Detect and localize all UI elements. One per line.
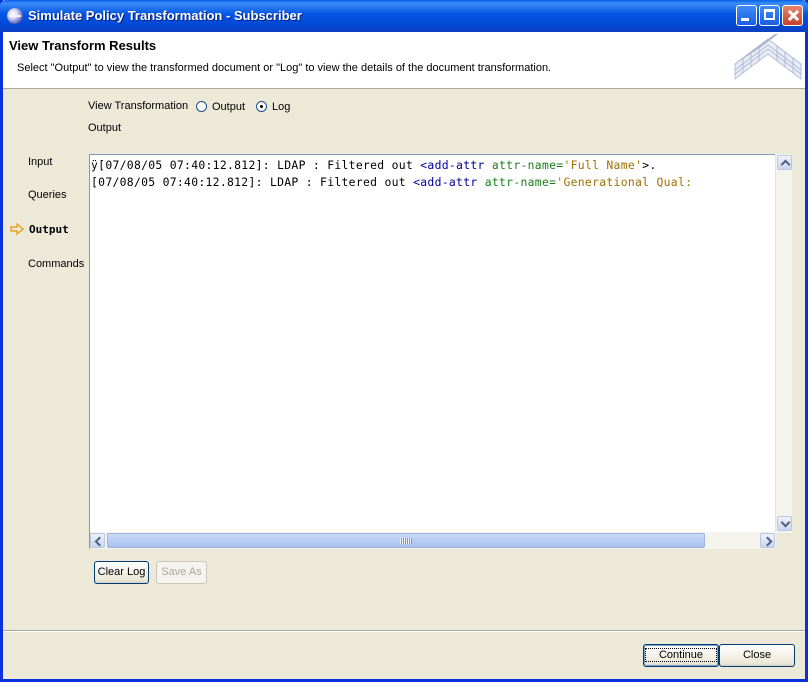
scroll-up-button[interactable] [777, 155, 792, 170]
log-text: [07/08/05 07:40:12.812]: LDAP : Filtered… [91, 175, 414, 189]
log-text-end: >. [642, 158, 657, 172]
output-section-label: Output [88, 122, 122, 134]
xml-attribute: attr-name= [477, 175, 557, 189]
continue-label: Continue [644, 648, 718, 662]
grip-icon [400, 538, 412, 544]
output-radio[interactable] [196, 101, 207, 112]
clear-log-button[interactable]: Clear Log [94, 561, 149, 584]
log-radio[interactable] [256, 101, 267, 112]
chevron-right-icon [762, 536, 773, 547]
xml-value: 'Generational Qual: [556, 175, 693, 189]
xml-value: 'Full Name' [563, 158, 643, 172]
log-line: ÿ[07/08/05 07:40:12.812]: LDAP : Filtere… [91, 158, 657, 172]
close-window-button[interactable] [782, 5, 803, 26]
xml-tag: <add-attr [420, 158, 485, 172]
wizard-header: View Transform Results Select "Output" t… [3, 32, 805, 89]
log-text-area[interactable]: ÿ[07/08/05 07:40:12.812]: LDAP : Filtere… [89, 154, 777, 549]
footer-separator [3, 630, 805, 632]
step-commands[interactable]: Commands [28, 258, 84, 270]
log-line: [07/08/05 07:40:12.812]: LDAP : Filtered… [91, 175, 692, 189]
log-radio-label[interactable]: Log [272, 101, 290, 113]
step-output[interactable]: Output [29, 223, 69, 236]
close-button[interactable]: Close [719, 644, 795, 667]
chevron-up-icon [780, 159, 791, 170]
output-radio-label[interactable]: Output [212, 101, 245, 113]
scroll-down-button[interactable] [777, 516, 792, 531]
scroll-right-button[interactable] [760, 533, 775, 548]
xml-tag: <add-attr [413, 175, 478, 189]
wireframe-graphic-icon [734, 34, 802, 80]
arrow-right-icon [10, 223, 24, 235]
save-as-button[interactable]: Save As [156, 561, 207, 584]
vertical-scrollbar[interactable] [775, 154, 792, 534]
step-input[interactable]: Input [28, 156, 52, 168]
window-title: Simulate Policy Transformation - Subscri… [28, 8, 302, 23]
scroll-left-button[interactable] [90, 533, 105, 548]
chevron-left-icon [94, 536, 105, 547]
log-text: ÿ[07/08/05 07:40:12.812]: LDAP : Filtere… [91, 158, 421, 172]
page-description: Select "Output" to view the transformed … [17, 62, 552, 74]
view-transformation-label: View Transformation [88, 100, 189, 112]
continue-button[interactable]: Continue [643, 644, 719, 667]
chevron-down-icon [780, 517, 791, 528]
minimize-button[interactable] [736, 5, 757, 26]
eclipse-icon [7, 8, 23, 24]
step-queries[interactable]: Queries [28, 189, 67, 201]
horizontal-scroll-thumb[interactable] [107, 533, 705, 548]
xml-attribute: attr-name= [484, 158, 564, 172]
scrollbar-corner [776, 533, 792, 549]
title-bar[interactable]: Simulate Policy Transformation - Subscri… [0, 0, 808, 32]
page-title: View Transform Results [9, 38, 157, 53]
horizontal-scrollbar[interactable] [90, 532, 776, 549]
maximize-button[interactable] [759, 5, 780, 26]
